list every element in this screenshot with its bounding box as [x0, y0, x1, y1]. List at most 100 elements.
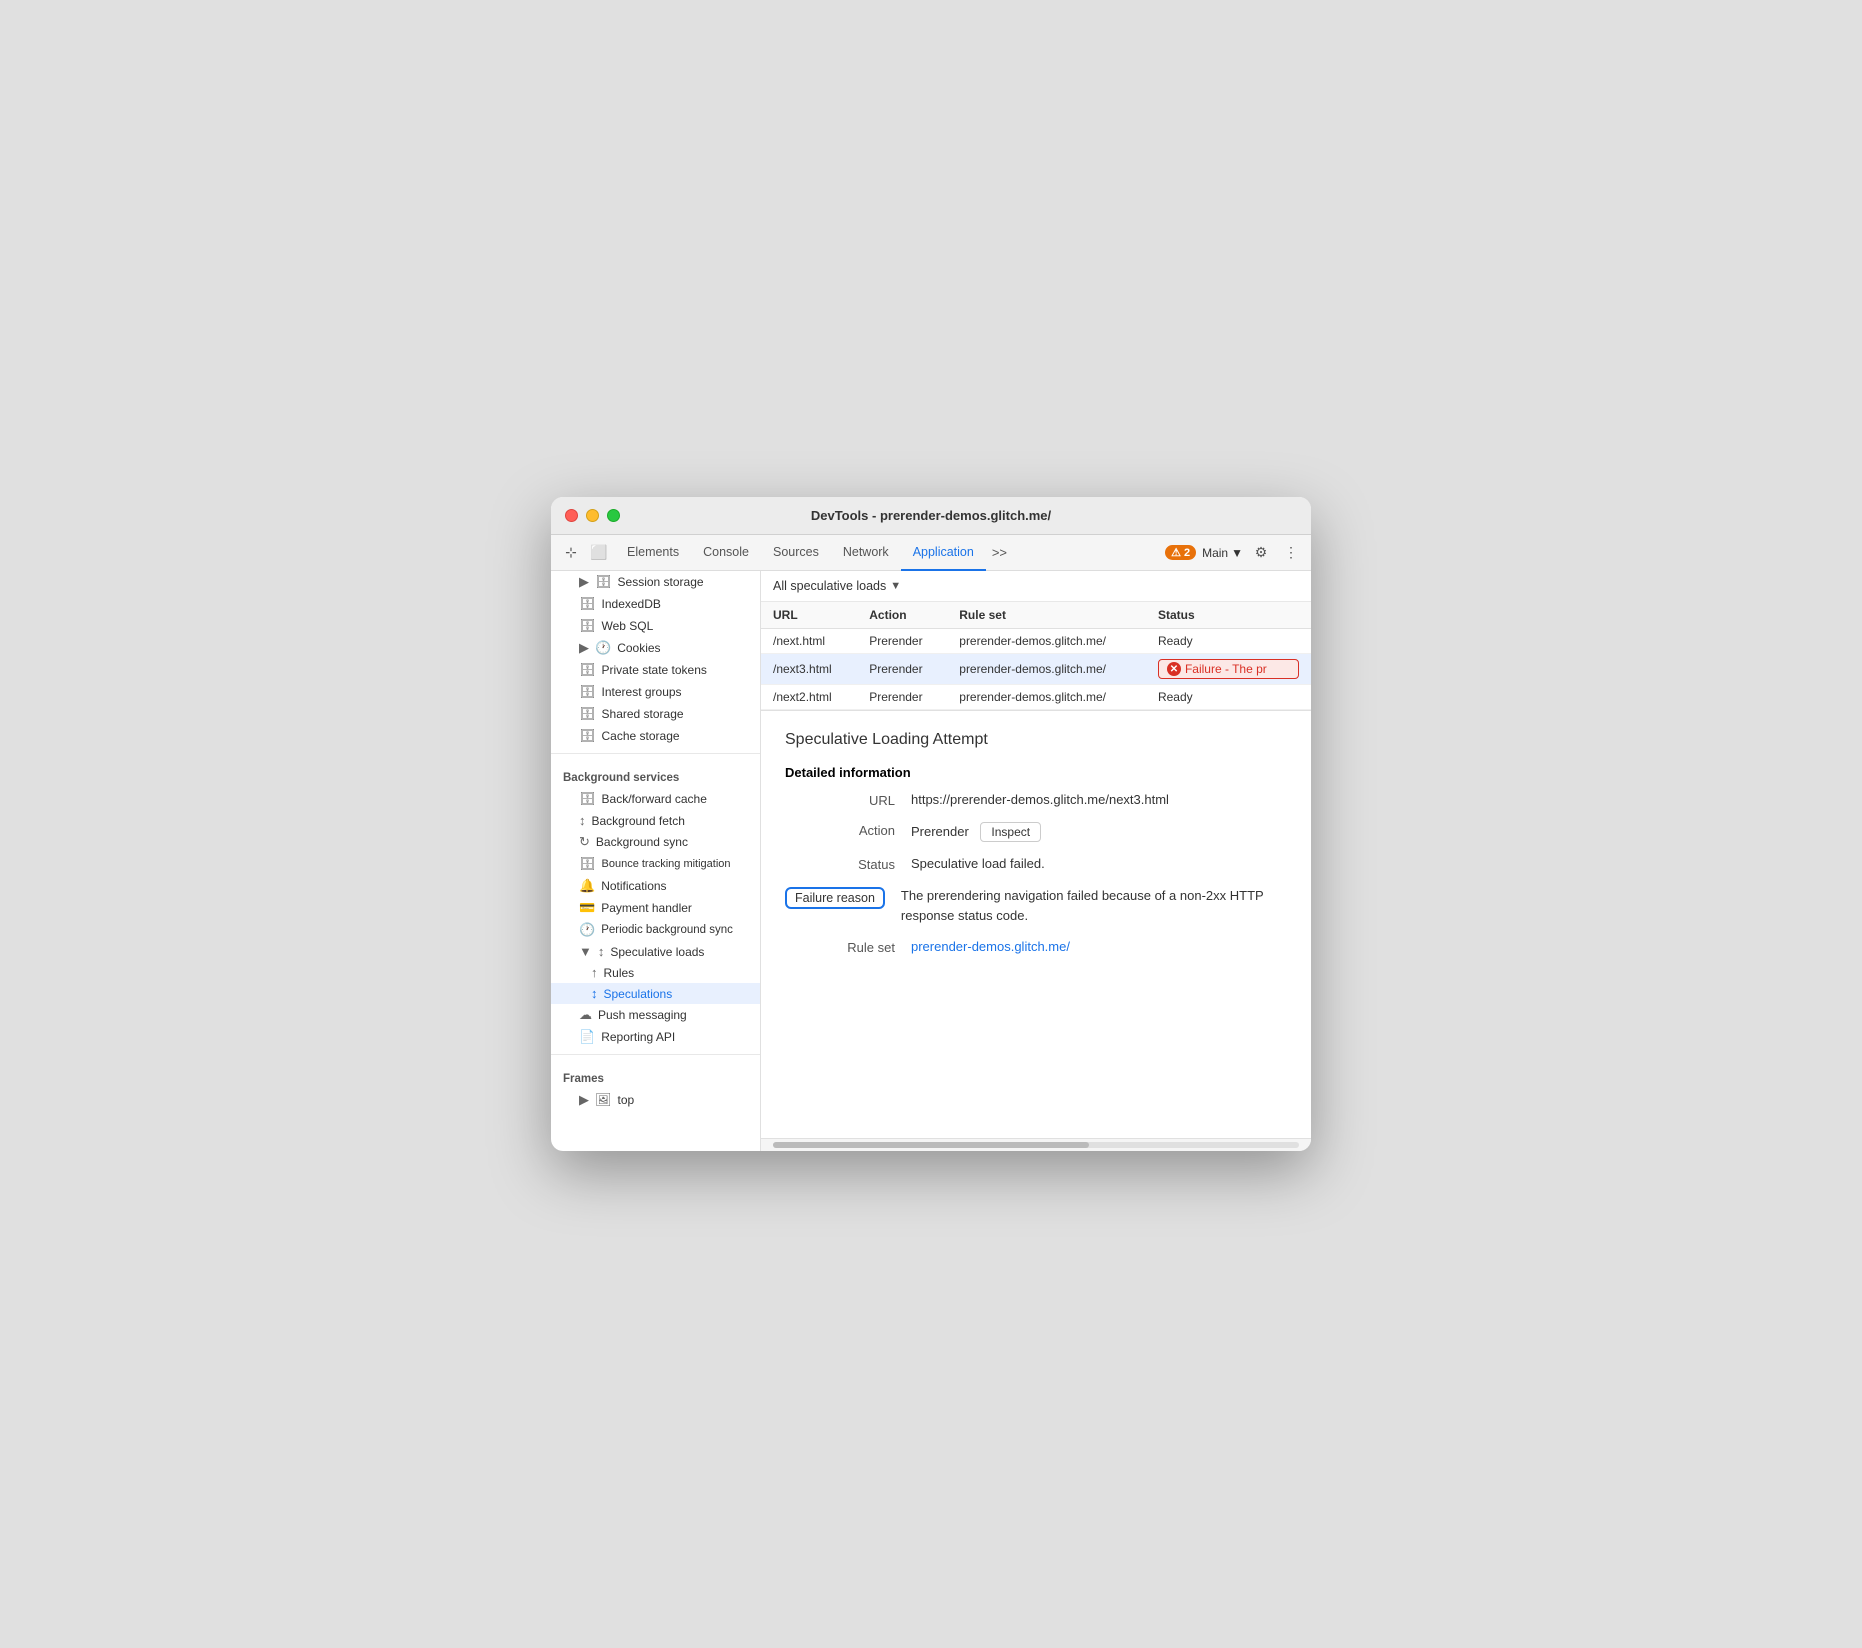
- warning-icon: ⚠: [1171, 546, 1181, 559]
- sidebar-item-private-state[interactable]: 🗄 Private state tokens: [551, 659, 760, 681]
- sidebar-label-private-state: Private state tokens: [602, 663, 707, 677]
- cell-url-2: /next3.html: [761, 654, 857, 685]
- main-content: All speculative loads ▼ URL Action Rule …: [761, 571, 1311, 1151]
- main-layout: ▶ 🗄 Session storage 🗄 IndexedDB 🗄 Web SQ…: [551, 571, 1311, 1151]
- sidebar-label-speculations: Speculations: [604, 987, 673, 1001]
- device-icon[interactable]: ⬜: [587, 541, 611, 565]
- sidebar-item-web-sql[interactable]: 🗄 Web SQL: [551, 615, 760, 637]
- table-row[interactable]: /next.html Prerender prerender-demos.gli…: [761, 629, 1311, 654]
- expand-icon4: ▶: [579, 1092, 589, 1108]
- detail-value-ruleset-link[interactable]: prerender-demos.glitch.me/: [911, 939, 1287, 954]
- detail-value-url: https://prerender-demos.glitch.me/next3.…: [911, 792, 1287, 807]
- sidebar-item-notifications[interactable]: 🔔 Notifications: [551, 875, 760, 897]
- sidebar-label-rules: Rules: [604, 966, 635, 980]
- frame-icon: 🖼: [595, 1092, 612, 1108]
- settings-icon[interactable]: ⚙: [1249, 541, 1273, 565]
- warning-badge[interactable]: ⚠ 2: [1165, 545, 1196, 560]
- failure-text: Failure - The pr: [1185, 662, 1267, 676]
- titlebar: DevTools - prerender-demos.glitch.me/: [551, 497, 1311, 535]
- tab-console[interactable]: Console: [691, 535, 761, 571]
- sidebar: ▶ 🗄 Session storage 🗄 IndexedDB 🗄 Web SQ…: [551, 571, 761, 1151]
- sidebar-label-web-sql: Web SQL: [602, 619, 654, 633]
- fetch-icon: ↕: [579, 813, 586, 828]
- sidebar-label-indexeddb: IndexedDB: [602, 597, 661, 611]
- context-label: Main: [1202, 546, 1228, 560]
- sidebar-item-back-forward[interactable]: 🗄 Back/forward cache: [551, 788, 760, 810]
- cell-url-3: /next2.html: [761, 685, 857, 710]
- sidebar-item-push-messaging[interactable]: ☁ Push messaging: [551, 1004, 760, 1026]
- sidebar-item-shared-storage[interactable]: 🗄 Shared storage: [551, 703, 760, 725]
- detail-label-status: Status: [785, 856, 895, 872]
- main-tabs: Elements Console Sources Network Applica…: [615, 535, 1161, 571]
- tab-network[interactable]: Network: [831, 535, 901, 571]
- col-ruleset: Rule set: [947, 602, 1146, 629]
- spec-icon: ↕: [598, 944, 605, 959]
- sidebar-item-reporting-api[interactable]: 📄 Reporting API: [551, 1026, 760, 1048]
- expand-icon2: ▶: [579, 640, 589, 656]
- close-button[interactable]: [565, 509, 578, 522]
- more-options-icon[interactable]: ⋮: [1279, 541, 1303, 565]
- sidebar-item-speculations[interactable]: ↕ Speculations: [551, 983, 760, 1004]
- sidebar-item-bg-fetch[interactable]: ↕ Background fetch: [551, 810, 760, 831]
- detail-row-status: Status Speculative load failed.: [785, 856, 1287, 872]
- filter-arrow-icon: ▼: [890, 580, 901, 592]
- sidebar-label-bg-fetch: Background fetch: [592, 814, 685, 828]
- minimize-button[interactable]: [586, 509, 599, 522]
- cursor-icon[interactable]: ⊹: [559, 541, 583, 565]
- sidebar-item-session-storage[interactable]: ▶ 🗄 Session storage: [551, 571, 760, 593]
- sidebar-item-periodic-bg-sync[interactable]: 🕐 Periodic background sync: [551, 919, 760, 941]
- failure-reason-value: The prerendering navigation failed becau…: [901, 886, 1264, 925]
- detail-row-ruleset: Rule set prerender-demos.glitch.me/: [785, 939, 1287, 955]
- sidebar-item-interest-groups[interactable]: 🗄 Interest groups: [551, 681, 760, 703]
- sidebar-item-cookies[interactable]: ▶ 🕐 Cookies: [551, 637, 760, 659]
- scrollbar-area: [761, 1138, 1311, 1151]
- clock-icon: 🕐: [579, 922, 595, 938]
- scrollbar-track[interactable]: [773, 1142, 1299, 1148]
- more-tabs-button[interactable]: >>: [986, 545, 1013, 560]
- tab-sources[interactable]: Sources: [761, 535, 831, 571]
- sidebar-item-speculative-loads[interactable]: ▼ ↕ Speculative loads: [551, 941, 760, 962]
- maximize-button[interactable]: [607, 509, 620, 522]
- detail-row-failure: Failure reason The prerendering navigati…: [785, 886, 1287, 925]
- sync-icon: ↻: [579, 834, 590, 850]
- payment-icon: 💳: [579, 900, 595, 916]
- sidebar-item-bounce-tracking[interactable]: 🗄 Bounce tracking mitigation: [551, 853, 760, 875]
- detail-row-action: Action Prerender Inspect: [785, 822, 1287, 842]
- sidebar-label-cache-storage: Cache storage: [602, 729, 680, 743]
- context-arrow: ▼: [1231, 546, 1243, 560]
- filter-label: All speculative loads: [773, 579, 886, 593]
- cell-status: Ready: [1146, 629, 1311, 654]
- bg-services-section: Background services: [551, 760, 760, 788]
- cell-status-failure: ✕ Failure - The pr: [1146, 654, 1311, 685]
- expand-icon: ▶: [579, 574, 589, 590]
- sidebar-item-payment-handler[interactable]: 💳 Payment handler: [551, 897, 760, 919]
- speculative-loads-table: URL Action Rule set Status /next.html Pr…: [761, 602, 1311, 711]
- detail-label-url: URL: [785, 792, 895, 808]
- db-icon6: 🗄: [579, 706, 596, 722]
- inspect-button[interactable]: Inspect: [980, 822, 1041, 842]
- sidebar-label-periodic-bg-sync: Periodic background sync: [601, 924, 733, 936]
- table-row-selected[interactable]: /next3.html Prerender prerender-demos.gl…: [761, 654, 1311, 685]
- sidebar-item-top[interactable]: ▶ 🖼 top: [551, 1089, 760, 1111]
- sidebar-item-rules[interactable]: ↑ Rules: [551, 962, 760, 983]
- table-row-3[interactable]: /next2.html Prerender prerender-demos.gl…: [761, 685, 1311, 710]
- cell-ruleset: prerender-demos.glitch.me/: [947, 629, 1146, 654]
- db-icon2: 🗄: [579, 596, 596, 612]
- col-status: Status: [1146, 602, 1311, 629]
- context-selector[interactable]: Main ▼: [1202, 546, 1243, 560]
- tab-application[interactable]: Application: [901, 535, 986, 571]
- cell-url: /next.html: [761, 629, 857, 654]
- sidebar-item-indexeddb[interactable]: 🗄 IndexedDB: [551, 593, 760, 615]
- tab-elements[interactable]: Elements: [615, 535, 691, 571]
- sidebar-item-cache-storage[interactable]: 🗄 Cache storage: [551, 725, 760, 747]
- detail-value-action: Prerender Inspect: [911, 822, 1287, 842]
- detail-section-title: Detailed information: [785, 765, 1287, 780]
- filter-dropdown[interactable]: All speculative loads ▼: [773, 579, 901, 593]
- sidebar-item-bg-sync[interactable]: ↻ Background sync: [551, 831, 760, 853]
- cell-action-3: Prerender: [857, 685, 947, 710]
- scrollbar-thumb[interactable]: [773, 1142, 1089, 1148]
- divider2: [551, 1054, 760, 1055]
- main-toolbar: ⊹ ⬜ Elements Console Sources Network App…: [551, 535, 1311, 571]
- sidebar-label-session-storage: Session storage: [618, 575, 704, 589]
- db-icon3: 🗄: [579, 618, 596, 634]
